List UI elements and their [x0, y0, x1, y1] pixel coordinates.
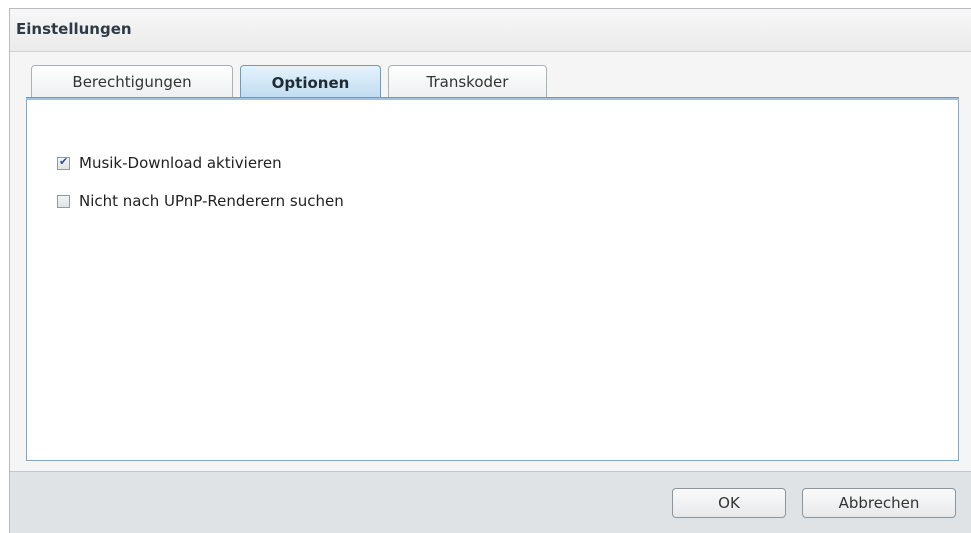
tab-optionen[interactable]: Optionen [240, 65, 381, 99]
option-label: Nicht nach UPnP-Renderern suchen [79, 192, 344, 210]
tab-berechtigungen[interactable]: Berechtigungen [31, 65, 233, 97]
tab-transkoder[interactable]: Transkoder [388, 65, 547, 97]
ok-button[interactable]: OK [672, 488, 786, 518]
tab-strip: Berechtigungen Optionen Transkoder [26, 65, 971, 99]
cancel-button[interactable]: Abbrechen [802, 488, 956, 518]
checkbox-checked[interactable] [57, 155, 70, 170]
option-musik-download[interactable]: Musik-Download aktivieren [57, 154, 282, 172]
dialog-footer: OK Abbrechen [10, 471, 971, 533]
tab-label: Optionen [271, 73, 350, 92]
option-label: Musik-Download aktivieren [79, 154, 282, 172]
checkbox-unchecked[interactable] [57, 194, 70, 208]
tab-label: Transkoder [426, 72, 509, 91]
dialog-titlebar: Einstellungen [10, 9, 971, 52]
options-panel: Musik-Download aktivieren Nicht nach UPn… [26, 100, 959, 461]
tab-label: Berechtigungen [72, 72, 192, 91]
dialog-title: Einstellungen [16, 20, 132, 38]
settings-dialog: Einstellungen Berechtigungen Optionen Tr… [9, 8, 971, 533]
option-upnp-renderer[interactable]: Nicht nach UPnP-Renderern suchen [57, 192, 344, 210]
